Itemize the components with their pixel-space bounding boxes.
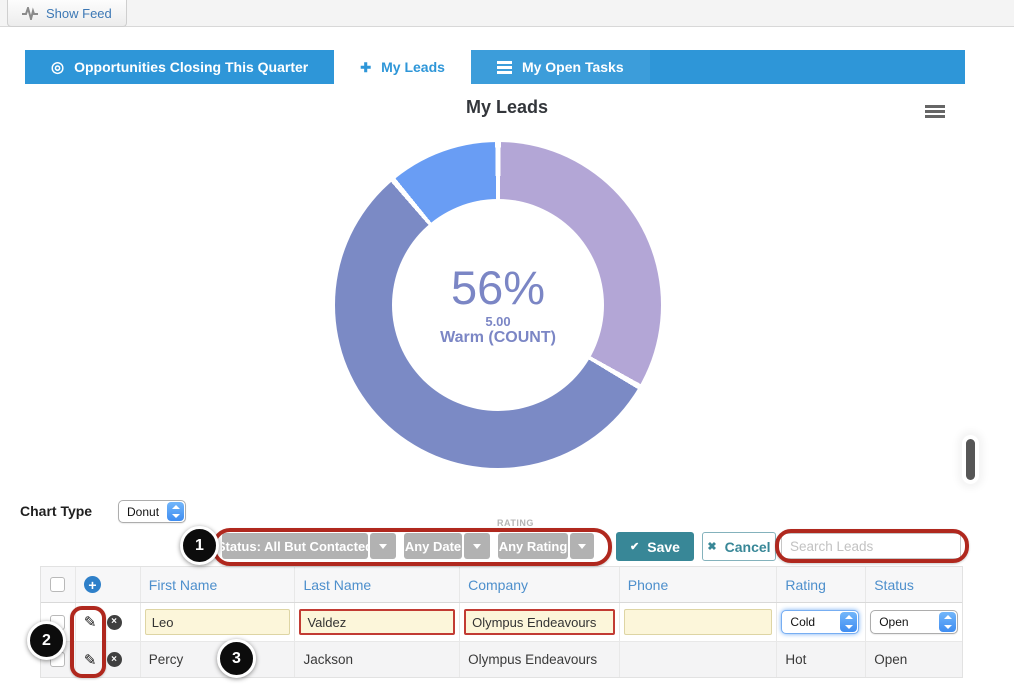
save-label: Save	[647, 539, 680, 555]
leads-table: + First Name Last Name Company Phone Rat…	[40, 566, 963, 678]
select-stepper-icon	[840, 612, 857, 632]
tab-label: Opportunities Closing This Quarter	[74, 59, 308, 75]
chart-type-value: Donut	[127, 505, 159, 519]
bullseye-icon: ◎	[51, 60, 64, 75]
add-record-icon[interactable]: +	[84, 576, 101, 593]
delete-icon[interactable]: ×	[107, 652, 122, 667]
cancel-label: Cancel	[725, 539, 771, 555]
cell-last-name: Jackson	[295, 642, 460, 677]
dashboard-tab-bar: ◎ Opportunities Closing This Quarter ✚ M…	[25, 50, 965, 84]
header-company[interactable]: Company	[460, 567, 620, 602]
annotation-badge-1: 1	[180, 526, 219, 565]
header-first-name[interactable]: First Name	[141, 567, 296, 602]
annotation-badge-2: 2	[27, 621, 66, 660]
annotation-badge-3: 3	[217, 639, 256, 678]
rating-overlay-label: RATING	[497, 518, 534, 528]
tab-label: My Leads	[381, 59, 445, 75]
chart-type-label: Chart Type	[20, 503, 92, 519]
cancel-button[interactable]: ✖ Cancel	[702, 532, 776, 561]
vertical-scrollbar-thumb[interactable]	[966, 439, 975, 480]
donut-center-label: Warm (COUNT)	[440, 329, 556, 347]
show-feed-button[interactable]: Show Feed	[7, 0, 127, 27]
move-cross-icon: ✚	[360, 61, 371, 74]
dashlet-title: My Leads	[0, 97, 1014, 118]
last-name-field[interactable]	[299, 609, 455, 635]
activity-pulse-icon	[22, 7, 38, 20]
delete-icon[interactable]: ×	[107, 615, 122, 630]
rating-select-value: Cold	[790, 615, 815, 629]
hamburger-menu-icon[interactable]	[925, 105, 945, 108]
cell-status: Open	[866, 642, 962, 677]
rating-select[interactable]: Cold	[781, 610, 859, 634]
show-feed-label: Show Feed	[46, 6, 112, 21]
first-name-field[interactable]	[145, 609, 291, 635]
chart-type-select[interactable]: Donut	[118, 500, 186, 523]
header-last-name[interactable]: Last Name	[295, 567, 460, 602]
header-rating[interactable]: Rating	[777, 567, 866, 602]
table-row: ✎ × Percy Jackson Olympus Endeavours Hot…	[41, 642, 962, 678]
donut-center-value: 5.00	[485, 314, 510, 329]
x-icon: ✖	[707, 540, 716, 553]
select-stepper-icon	[167, 502, 184, 521]
status-select[interactable]: Open	[870, 610, 958, 634]
check-icon: ✔	[630, 540, 639, 553]
company-field[interactable]	[464, 609, 615, 635]
select-all-checkbox[interactable]	[50, 577, 65, 592]
annotation-highlight-search	[775, 529, 969, 563]
status-select-value: Open	[879, 615, 908, 629]
donut-chart: 56% 5.00 Warm (COUNT)	[335, 142, 661, 468]
table-row-editing: ✎ × Cold Open	[41, 603, 962, 642]
donut-center: 56% 5.00 Warm (COUNT)	[392, 199, 604, 411]
cell-rating: Hot	[777, 642, 866, 677]
tab-my-leads[interactable]: ✚ My Leads	[334, 50, 471, 84]
tab-label: My Open Tasks	[522, 59, 624, 75]
header-status[interactable]: Status	[866, 567, 962, 602]
save-button[interactable]: ✔ Save	[616, 532, 694, 561]
cell-company: Olympus Endeavours	[460, 642, 620, 677]
annotation-highlight-edit-icons	[70, 606, 106, 678]
feed-bar: Show Feed	[0, 0, 1014, 27]
annotation-highlight-filters	[212, 528, 612, 566]
tab-my-open-tasks[interactable]: My Open Tasks	[471, 50, 650, 84]
task-list-icon	[497, 61, 512, 64]
donut-center-percent: 56%	[451, 264, 545, 311]
table-header-row: + First Name Last Name Company Phone Rat…	[41, 567, 962, 603]
screen: Show Feed ◎ Opportunities Closing This Q…	[0, 0, 1014, 693]
tab-opportunities-closing[interactable]: ◎ Opportunities Closing This Quarter	[25, 50, 334, 84]
phone-field[interactable]	[624, 609, 773, 635]
header-phone[interactable]: Phone	[620, 567, 778, 602]
cell-phone	[620, 642, 778, 677]
select-stepper-icon	[939, 612, 956, 632]
